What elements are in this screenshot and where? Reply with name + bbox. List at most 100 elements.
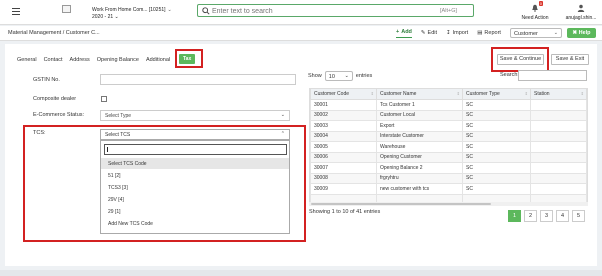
table-horizontal-scrollbar[interactable] bbox=[309, 202, 588, 206]
table-search-label: Search: bbox=[500, 72, 519, 78]
table-search-input[interactable] bbox=[518, 70, 587, 81]
import-icon: ↧ bbox=[446, 29, 451, 36]
add-new-tcs-code-option[interactable]: Add New TCS Code bbox=[101, 218, 289, 229]
tcs-option[interactable]: TCS3 [3] bbox=[101, 182, 289, 193]
menu-icon[interactable] bbox=[12, 8, 20, 15]
customer-table: Customer Code ⇕ Customer Name ⇕ Customer T… bbox=[309, 88, 588, 205]
cell-customer-name: Warehouse bbox=[376, 141, 463, 153]
table-row[interactable]: 30002 Customer Local SC bbox=[310, 109, 587, 121]
cell-customer-code: 30004 bbox=[310, 130, 377, 142]
table-row[interactable]: 30009 new customer with tcs SC bbox=[310, 183, 587, 195]
add-button[interactable]: + Add bbox=[396, 29, 412, 38]
tcs-option[interactable]: 29V [4] bbox=[101, 194, 289, 205]
save-continue-button[interactable]: Save & Continue bbox=[497, 54, 544, 65]
sort-icon: ⇕ bbox=[370, 91, 374, 96]
cell-customer-code: 30001 bbox=[310, 99, 377, 111]
column-label: Station bbox=[534, 91, 550, 97]
help-label: Help bbox=[578, 30, 591, 36]
page-length-select[interactable]: 10 ⌄ bbox=[324, 71, 353, 81]
tcs-option[interactable]: 51 [2] bbox=[101, 170, 289, 181]
master-type-select[interactable]: Customer ⌄ bbox=[510, 28, 562, 38]
page-button[interactable]: 1 bbox=[508, 210, 521, 222]
tab-opening-balance[interactable]: Opening Balance bbox=[97, 57, 139, 63]
search-input[interactable] bbox=[212, 6, 432, 16]
top-bar: Work From Home Com... [10251] ⌄ 2020 - 21… bbox=[0, 0, 602, 25]
tab-tax[interactable]: Tax bbox=[179, 54, 196, 64]
cell-station bbox=[530, 141, 587, 153]
column-label: Customer Name bbox=[380, 91, 417, 97]
tab-general[interactable]: General bbox=[17, 57, 37, 63]
tab-contact[interactable]: Contact bbox=[44, 57, 63, 63]
column-header-customer-name[interactable]: Customer Name ⇕ bbox=[376, 88, 463, 100]
tcs-option[interactable]: Select TCS Code bbox=[101, 158, 289, 169]
table-row[interactable]: 30001 Tcs Customer 1 SC bbox=[310, 99, 587, 111]
chevron-down-icon: ⌄ bbox=[344, 73, 349, 79]
ecommerce-status-select[interactable]: Select Type ⌄ bbox=[100, 110, 290, 121]
user-menu[interactable]: anujagl.shin... bbox=[563, 4, 599, 21]
table-row[interactable]: 30004 Interstate Customer SC bbox=[310, 130, 587, 142]
page-length-control: Show 10 ⌄ entries bbox=[308, 71, 372, 81]
toolbar-actions: + Add ✎ Edit ↧ Import ▤ Report bbox=[396, 29, 501, 38]
table-row[interactable]: 30005 Warehouse SC bbox=[310, 141, 587, 153]
composite-dealer-checkbox[interactable] bbox=[101, 96, 107, 102]
page-button[interactable]: 5 bbox=[572, 210, 585, 222]
tab-address[interactable]: Address bbox=[70, 57, 90, 63]
gstin-input[interactable] bbox=[100, 74, 296, 85]
breadcrumb: Material Management / Customer C... bbox=[8, 30, 100, 36]
table-row[interactable]: 30003 Export SC bbox=[310, 120, 587, 132]
pencil-icon: ✎ bbox=[420, 29, 426, 36]
tcs-option[interactable]: 29 [1] bbox=[101, 206, 289, 217]
company-logo bbox=[62, 5, 71, 13]
financial-year-selector[interactable]: 2020 - 21 ⌄ bbox=[92, 14, 119, 20]
cell-customer-code: 30009 bbox=[310, 183, 377, 195]
table-info: Showing 1 to 10 of 41 entries bbox=[309, 209, 381, 215]
report-button[interactable]: ▤ Report bbox=[477, 30, 501, 38]
text-cursor bbox=[107, 147, 108, 152]
cell-customer-type: SC bbox=[462, 130, 531, 142]
cell-customer-code: 30007 bbox=[310, 162, 377, 174]
page-button[interactable]: 3 bbox=[540, 210, 553, 222]
column-header-customer-type[interactable]: Customer Type ⇕ bbox=[462, 88, 531, 100]
scrollbar-thumb[interactable] bbox=[311, 203, 491, 205]
pagination: 1 2 3 4 5 bbox=[508, 210, 585, 222]
table-row[interactable]: 30006 Opening Customer SC bbox=[310, 151, 587, 163]
company-selector[interactable]: Work From Home Com... [10251] ⌄ bbox=[92, 6, 172, 14]
cell-station bbox=[530, 162, 587, 174]
table-row[interactable]: 30008 frgryhtru SC bbox=[310, 172, 587, 184]
table-header-row: Customer Code ⇕ Customer Name ⇕ Customer T… bbox=[310, 88, 587, 100]
cell-customer-code: 30005 bbox=[310, 141, 377, 153]
bell-icon: 0 bbox=[531, 1, 543, 12]
edit-label: Edit bbox=[427, 29, 438, 36]
cell-station bbox=[530, 120, 587, 132]
cell-customer-type: SC bbox=[462, 183, 531, 195]
cell-customer-type: SC bbox=[462, 99, 531, 111]
page-button[interactable]: 2 bbox=[524, 210, 537, 222]
import-button[interactable]: ↧ Import bbox=[446, 30, 468, 38]
help-button[interactable]: ✖ Help bbox=[567, 28, 596, 38]
notification-badge: 0 bbox=[538, 1, 543, 6]
composite-dealer-label: Composite dealer bbox=[33, 96, 77, 102]
table-row[interactable]: 30007 Opening Balance 2 SC bbox=[310, 162, 587, 174]
cell-customer-code: 30006 bbox=[310, 151, 377, 163]
tab-additional[interactable]: Additional bbox=[146, 57, 170, 63]
tcs-select-value: Select TCS bbox=[105, 132, 131, 138]
tcs-select[interactable]: Select TCS ⌃ bbox=[100, 129, 290, 140]
save-exit-button[interactable]: Save & Exit bbox=[551, 54, 589, 65]
cell-customer-name: Tcs Customer 1 bbox=[376, 99, 463, 111]
need-action-button[interactable]: 0 Need Action bbox=[520, 1, 550, 21]
cell-customer-type: SC bbox=[462, 162, 531, 174]
cell-customer-code: 30008 bbox=[310, 172, 377, 184]
user-name: anujagl.shin... bbox=[565, 15, 597, 21]
cell-customer-name: Opening Customer bbox=[376, 151, 463, 163]
column-header-customer-code[interactable]: Customer Code ⇕ bbox=[310, 88, 377, 100]
page-button[interactable]: 4 bbox=[556, 210, 569, 222]
column-label: Customer Code bbox=[314, 91, 350, 97]
column-label: Customer Type bbox=[466, 91, 500, 97]
column-header-station[interactable]: Station ⇕ bbox=[530, 88, 587, 100]
financial-year: 2020 - 21 bbox=[92, 14, 114, 20]
chevron-down-icon: ⌄ bbox=[280, 112, 285, 118]
cell-station bbox=[530, 183, 587, 195]
edit-button[interactable]: ✎ Edit bbox=[421, 30, 437, 38]
tcs-dropdown-search-input[interactable] bbox=[104, 144, 287, 155]
cell-station bbox=[530, 151, 587, 163]
